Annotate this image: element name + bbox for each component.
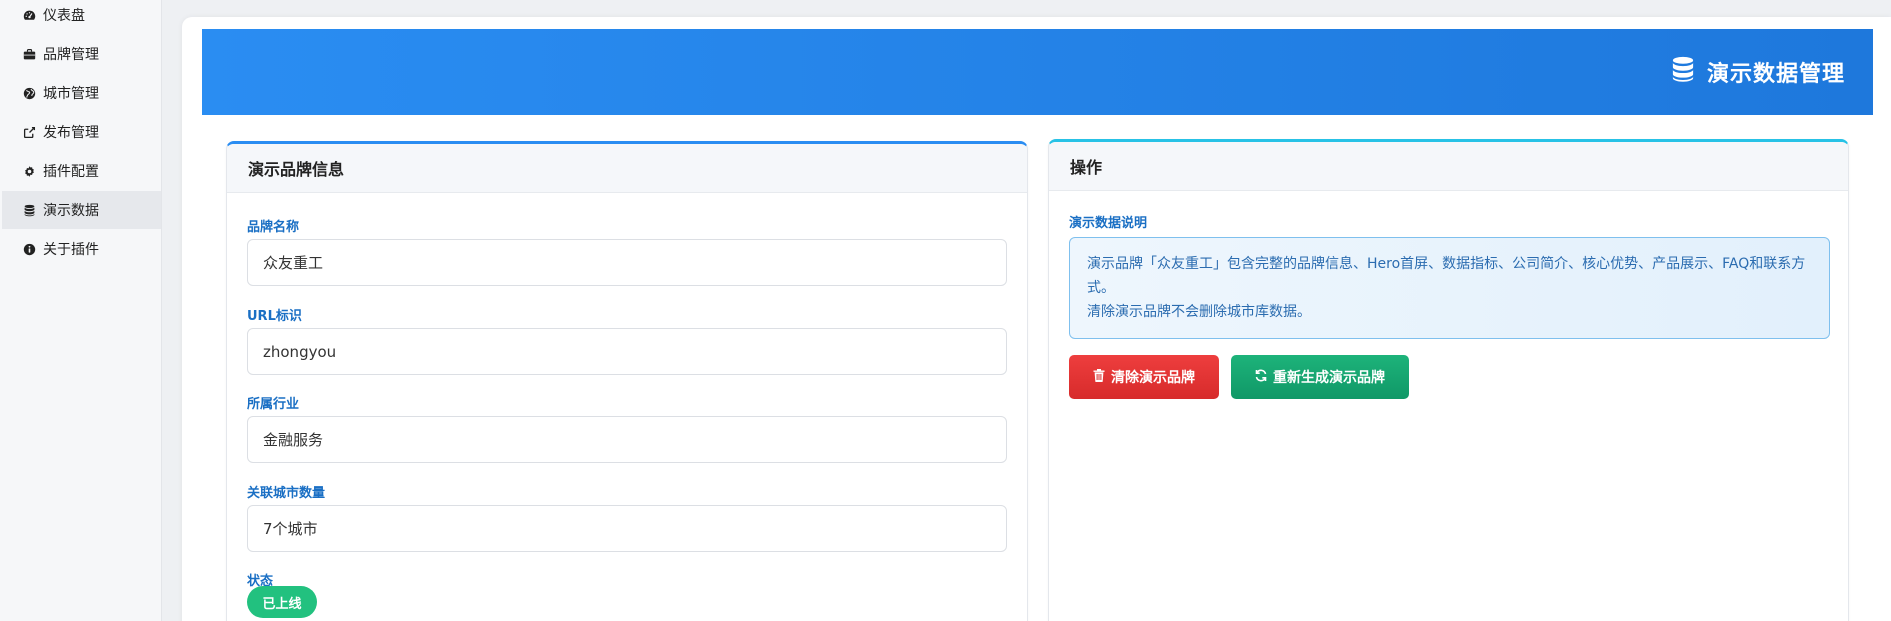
page-header-banner: 演示数据管理	[202, 29, 1873, 115]
url-slug-label: URL标识	[247, 309, 302, 324]
page-title: 演示数据管理	[1671, 29, 1845, 115]
url-slug-field[interactable]: zhongyou	[247, 328, 1007, 375]
card-title: 演示品牌信息	[227, 144, 1027, 193]
globe-icon	[22, 86, 37, 101]
share-icon	[22, 125, 37, 140]
sidebar-item-cities[interactable]: 城市管理	[2, 74, 161, 112]
demo-info-box: 演示品牌「众友重工」包含完整的品牌信息、Hero首屏、数据指标、公司简介、核心优…	[1069, 237, 1830, 339]
refresh-icon	[1255, 369, 1273, 386]
demo-info-line: 清除演示品牌不会删除城市库数据。	[1087, 304, 1311, 320]
sidebar: 仪表盘 品牌管理 城市管理 发布管理 插件配置 演示数据 关于插件	[0, 0, 162, 621]
sidebar-item-label: 关于插件	[43, 242, 99, 258]
gear-icon	[22, 164, 37, 179]
brand-info-card: 演示品牌信息 品牌名称 众友重工 URL标识 zhongyou 所属行业 金融服…	[226, 141, 1028, 621]
sidebar-item-label: 插件配置	[43, 164, 99, 180]
sidebar-item-plugin-config[interactable]: 插件配置	[2, 152, 161, 190]
sidebar-item-brands[interactable]: 品牌管理	[2, 35, 161, 73]
sidebar-item-publish[interactable]: 发布管理	[2, 113, 161, 151]
info-icon	[22, 242, 37, 257]
brand-name-label: 品牌名称	[247, 220, 300, 235]
city-count-label: 关联城市数量	[247, 486, 326, 501]
sidebar-item-label: 发布管理	[43, 125, 99, 141]
database-icon	[22, 203, 37, 218]
trash-icon	[1093, 368, 1111, 386]
city-count-field[interactable]: 7个城市	[247, 505, 1007, 552]
industry-field[interactable]: 金融服务	[247, 416, 1007, 463]
industry-label: 所属行业	[247, 397, 300, 412]
regenerate-demo-brand-button[interactable]: 重新生成演示品牌	[1231, 355, 1409, 399]
status-badge: 已上线	[247, 586, 317, 618]
sidebar-item-demo-data[interactable]: 演示数据	[2, 191, 161, 229]
actions-card: 操作 演示数据说明 演示品牌「众友重工」包含完整的品牌信息、Hero首屏、数据指…	[1048, 139, 1849, 621]
button-label: 重新生成演示品牌	[1273, 370, 1385, 386]
sidebar-item-about[interactable]: 关于插件	[2, 230, 161, 268]
brand-name-field[interactable]: 众友重工	[247, 239, 1007, 286]
card-title: 操作	[1049, 142, 1848, 191]
button-label: 清除演示品牌	[1111, 370, 1195, 386]
sidebar-item-label: 品牌管理	[43, 47, 99, 63]
demo-info-line: 演示品牌「众友重工」包含完整的品牌信息、Hero首屏、数据指标、公司简介、核心优…	[1087, 256, 1806, 296]
sidebar-item-label: 仪表盘	[43, 8, 85, 24]
dashboard-icon	[22, 8, 37, 23]
demo-info-label: 演示数据说明	[1069, 216, 1148, 231]
page-title-text: 演示数据管理	[1706, 62, 1845, 87]
briefcase-icon	[22, 47, 37, 62]
clear-demo-brand-button[interactable]: 清除演示品牌	[1069, 355, 1219, 399]
sidebar-item-label: 城市管理	[43, 86, 99, 102]
database-icon	[1671, 56, 1707, 88]
sidebar-item-dashboard[interactable]: 仪表盘	[2, 0, 161, 34]
sidebar-item-label: 演示数据	[43, 203, 99, 219]
